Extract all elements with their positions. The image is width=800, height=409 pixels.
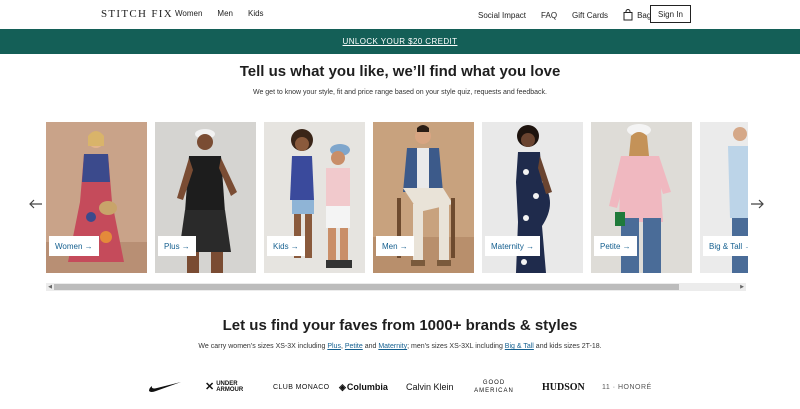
category-card-women[interactable]: Women →	[46, 122, 147, 273]
category-chip-kids: Kids →	[267, 236, 305, 256]
brand-logo-club-monaco: CLUB MONACO	[273, 383, 330, 391]
category-chip-men: Men →	[376, 236, 414, 256]
bag-link[interactable]: Bag	[623, 9, 651, 21]
category-chip-plus: Plus →	[158, 236, 196, 256]
brands-sub-suffix: and kids sizes 2T-18.	[533, 343, 602, 350]
hero-subtitle: We get to know your style, fit and price…	[252, 89, 548, 96]
link-big-tall[interactable]: Big & Tall	[505, 343, 534, 350]
brand-logo-columbia: ◈ Columbia	[339, 378, 388, 396]
site-header: STITCH FIX Women Men Kids Social Impact …	[0, 0, 800, 29]
scroll-right-button[interactable]: ▶	[738, 283, 746, 291]
category-card-petite[interactable]: Petite →	[591, 122, 692, 273]
brand-logo-good-american: GOOD AMERICAN	[474, 380, 514, 394]
bag-icon	[623, 9, 633, 21]
link-maternity[interactable]: Maternity	[378, 343, 407, 350]
brand-logo-nike	[148, 378, 182, 396]
carousel-next-button[interactable]	[750, 197, 764, 211]
primary-nav: Women Men Kids	[175, 9, 264, 18]
category-chip-petite: Petite →	[594, 236, 637, 256]
nav-kids[interactable]: Kids	[248, 9, 264, 18]
nav-social-impact[interactable]: Social Impact	[478, 11, 526, 20]
arrow-left-icon	[29, 199, 42, 209]
scrollbar-thumb[interactable]	[54, 284, 679, 290]
scroll-left-button[interactable]: ◀	[46, 283, 54, 291]
secondary-nav: Social Impact FAQ Gift Cards Bag	[478, 9, 663, 21]
nav-faq[interactable]: FAQ	[541, 11, 557, 20]
brand-logo-hudson: HUDSON	[542, 381, 585, 393]
category-card-men[interactable]: Men →	[373, 122, 474, 273]
link-petite[interactable]: Petite	[345, 343, 363, 350]
carousel-scrollbar[interactable]: ◀ ▶	[46, 283, 746, 291]
nav-gift-cards[interactable]: Gift Cards	[572, 11, 608, 20]
brands-sub-mid: ; men’s sizes XS-3XL including	[407, 343, 505, 350]
category-carousel: Women → Plus → Kids → Men → Maternity → …	[46, 122, 748, 274]
category-chip-big-tall: Big & Tall →	[703, 236, 748, 256]
brand-logo-under-armour: ✕ UNDER ARMOUR	[205, 378, 252, 396]
columbia-icon: ◈	[339, 381, 346, 392]
nike-logo	[149, 382, 181, 392]
brands-sub-sep2: and	[362, 343, 379, 350]
link-plus[interactable]: Plus	[327, 343, 341, 350]
sign-in-button[interactable]: Sign In	[650, 5, 691, 23]
nav-women[interactable]: Women	[175, 9, 202, 18]
brand-logo-calvin-klein: Calvin Klein	[406, 382, 454, 392]
caret-left-icon: ◀	[48, 284, 52, 290]
category-chip-women: Women →	[49, 236, 99, 256]
caret-right-icon: ▶	[740, 284, 744, 290]
under-armour-icon: ✕	[205, 381, 215, 393]
columbia-text: Columbia	[346, 382, 388, 392]
category-card-big-tall[interactable]: Big & Tall →	[700, 122, 748, 273]
promo-banner: UNLOCK YOUR $20 CREDIT	[0, 29, 800, 54]
unlock-credit-link[interactable]: UNLOCK YOUR $20 CREDIT	[343, 37, 458, 46]
hero-title: Tell us what you like, we’ll find what y…	[239, 63, 561, 80]
category-card-kids[interactable]: Kids →	[264, 122, 365, 273]
arrow-right-icon	[751, 199, 764, 209]
category-card-plus[interactable]: Plus →	[155, 122, 256, 273]
under-armour-text: UNDER ARMOUR	[216, 381, 244, 393]
brands-sub-prefix: We carry women’s sizes XS-3X including	[198, 343, 328, 350]
brands-subtitle: We carry women’s sizes XS-3X including P…	[0, 343, 800, 350]
brand-logo-honore: 11 · HONORÉ	[602, 383, 652, 391]
brands-title: Let us find your faves from 1000+ brands…	[222, 317, 578, 334]
stitch-fix-logo[interactable]: STITCH FIX	[101, 8, 173, 20]
category-card-maternity[interactable]: Maternity →	[482, 122, 583, 273]
nav-men[interactable]: Men	[217, 9, 233, 18]
carousel-prev-button[interactable]	[29, 197, 43, 211]
category-chip-maternity: Maternity →	[485, 236, 541, 256]
brand-logos-row: ✕ UNDER ARMOUR CLUB MONACO ◈ Columbia Ca…	[0, 378, 800, 398]
